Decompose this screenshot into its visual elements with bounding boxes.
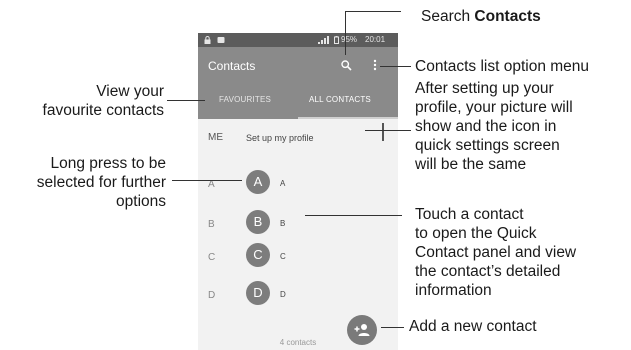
leader-line bbox=[345, 11, 401, 12]
callout-option-menu: Contacts list option menu bbox=[415, 58, 590, 75]
callout-long-press: Long press to be selected for further op… bbox=[36, 155, 166, 210]
setup-profile-text: Set up my profile bbox=[246, 133, 314, 143]
contact-name: C bbox=[280, 252, 286, 261]
me-label: ME bbox=[208, 132, 223, 143]
battery-percent: 95% bbox=[341, 35, 358, 44]
add-contact-icon bbox=[354, 324, 370, 336]
my-profile-row[interactable]: ME Set up my profile bbox=[198, 119, 398, 159]
callout-favourites: View your favourite contacts bbox=[42, 83, 164, 119]
more-vert-icon[interactable] bbox=[373, 59, 377, 71]
avatar[interactable]: B bbox=[246, 210, 270, 234]
notification-icon bbox=[217, 37, 225, 43]
callout-search-contacts: Search Contacts bbox=[421, 8, 541, 25]
battery-icon bbox=[334, 36, 339, 44]
tab-favourites[interactable]: FAVOURITES bbox=[219, 95, 271, 104]
phone-screen: 95% 20:01 Contacts FAVOURITES ALL CONTAC… bbox=[198, 33, 398, 350]
avatar[interactable]: D bbox=[246, 281, 270, 305]
leader-line bbox=[305, 215, 402, 216]
contact-name: A bbox=[280, 179, 286, 188]
leader-line bbox=[381, 327, 404, 328]
contact-name: B bbox=[280, 219, 286, 228]
add-contact-button[interactable] bbox=[347, 315, 377, 345]
callout-add-contact: Add a new contact bbox=[409, 318, 537, 335]
signal-icon bbox=[318, 36, 329, 44]
section-letter: D bbox=[208, 290, 216, 301]
leader-line bbox=[380, 66, 411, 67]
lock-icon bbox=[204, 36, 211, 44]
leader-line bbox=[345, 11, 346, 55]
avatar[interactable]: C bbox=[246, 243, 270, 267]
scrollbar[interactable] bbox=[382, 123, 384, 141]
avatar[interactable]: A bbox=[246, 170, 270, 194]
leader-line bbox=[365, 130, 411, 131]
app-title: Contacts bbox=[208, 59, 256, 73]
leader-line bbox=[167, 100, 205, 101]
tab-all-contacts[interactable]: ALL CONTACTS bbox=[309, 95, 371, 104]
app-bar: Contacts FAVOURITES ALL CONTACTS bbox=[198, 47, 398, 119]
callout-touch-contact: Touch a contact to open the Quick Contac… bbox=[415, 206, 577, 299]
section-letter: B bbox=[208, 219, 215, 230]
callout-profile-note: After setting up your profile, your pict… bbox=[415, 80, 573, 173]
contact-name: D bbox=[280, 290, 286, 299]
section-letter: C bbox=[208, 252, 216, 263]
search-icon[interactable] bbox=[341, 60, 352, 71]
status-time: 20:01 bbox=[365, 35, 386, 44]
status-bar: 95% 20:01 bbox=[198, 33, 398, 47]
leader-line bbox=[172, 180, 242, 181]
